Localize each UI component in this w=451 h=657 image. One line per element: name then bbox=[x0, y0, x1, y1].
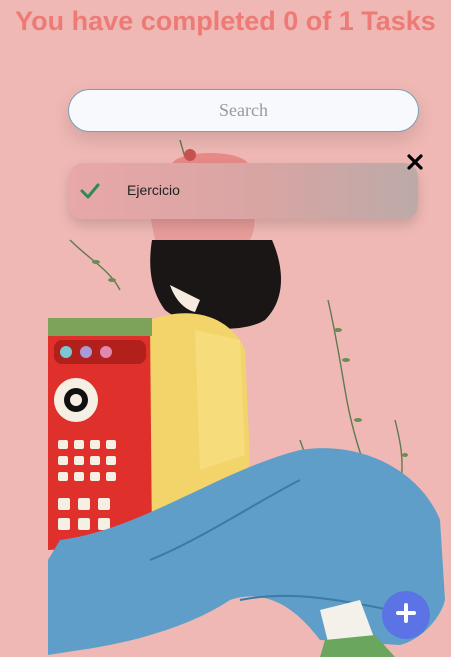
task-label: Ejercicio bbox=[127, 182, 180, 198]
check-icon[interactable] bbox=[79, 180, 101, 202]
task-item[interactable]: Ejercicio bbox=[69, 163, 418, 219]
close-icon[interactable] bbox=[406, 153, 424, 171]
page-title: You have completed 0 of 1 Tasks bbox=[15, 6, 436, 36]
add-task-button[interactable] bbox=[382, 591, 430, 639]
plus-icon bbox=[395, 602, 417, 629]
search-input[interactable] bbox=[68, 89, 419, 132]
